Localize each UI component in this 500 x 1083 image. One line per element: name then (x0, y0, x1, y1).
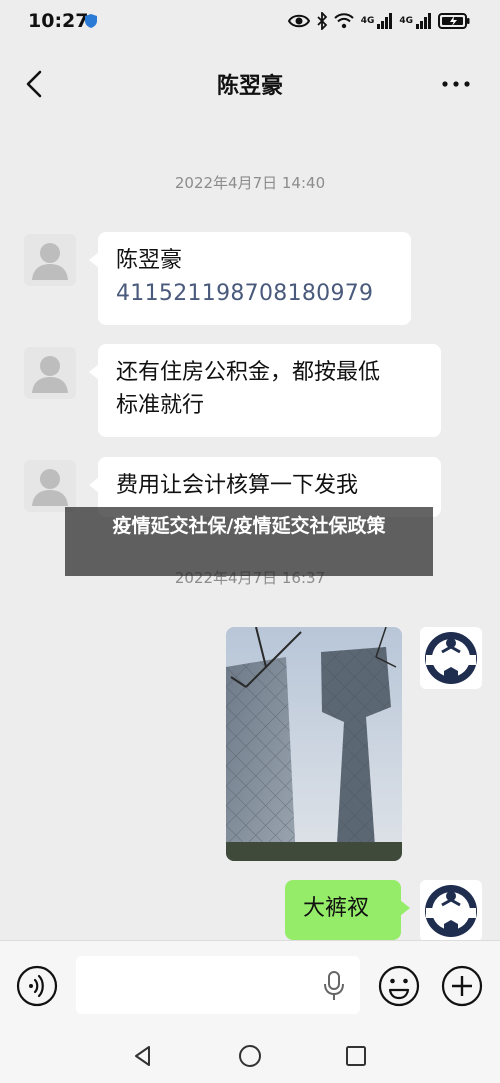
id-number-link[interactable]: 411521198708180979 (116, 277, 393, 310)
logo-icon (425, 885, 477, 937)
logo-icon (425, 632, 477, 684)
microphone-icon[interactable] (323, 971, 345, 1001)
my-avatar[interactable] (420, 627, 482, 689)
input-bar (0, 940, 500, 1030)
message-text: 还有住房公积金，都按最低 (116, 360, 381, 385)
message-timestamp: 2022年4月7日 14:40 (174, 174, 326, 192)
message-bubble[interactable]: 还有住房公积金，都按最低 标准就行 (89, 344, 441, 437)
system-nav-bar (0, 1030, 500, 1083)
battery-icon (438, 13, 470, 29)
message-text: 费用让会计核算一下发我 (116, 473, 359, 498)
message-text: 大裤衩 (303, 896, 370, 921)
emoji-icon[interactable] (378, 965, 420, 1007)
message-text: 标准就行 (116, 393, 205, 418)
network-label-1: 4G (360, 15, 375, 26)
chat-title: 陈翌豪 (216, 74, 283, 99)
bluetooth-icon (317, 12, 327, 30)
message-input[interactable] (76, 956, 360, 1014)
nav-home-icon[interactable] (238, 1044, 262, 1068)
signal-icon (416, 13, 431, 29)
user-icon (32, 469, 68, 506)
status-time: 10:27 (28, 10, 89, 32)
network-label-2: 4G (399, 15, 413, 26)
my-avatar[interactable] (420, 880, 482, 940)
photo-message[interactable] (226, 627, 402, 861)
contact-avatar[interactable] (24, 234, 76, 286)
signal-icon (377, 13, 393, 29)
wifi-icon (333, 13, 354, 29)
contact-avatar[interactable] (24, 460, 76, 512)
plus-icon[interactable] (441, 965, 483, 1007)
nav-recent-apps-icon[interactable] (344, 1044, 368, 1068)
more-icon[interactable] (440, 72, 472, 96)
chat-header: 陈翌豪 (0, 46, 500, 122)
voice-icon[interactable] (16, 965, 58, 1007)
user-icon (32, 243, 68, 280)
message-bubble-sent[interactable]: 大裤衩 (285, 880, 410, 940)
user-icon (32, 356, 68, 393)
contact-avatar[interactable] (24, 347, 76, 399)
status-bar: 10:27 4G 4G (0, 0, 500, 46)
photo-icon (226, 627, 402, 861)
eye-icon (287, 14, 310, 28)
status-icons: 4G 4G (287, 12, 470, 30)
shield-icon (85, 14, 97, 28)
contact-card-name: 陈翌豪 (116, 248, 183, 273)
nav-back-icon[interactable] (131, 1044, 155, 1068)
message-bubble[interactable]: 陈翌豪 411521198708180979 (89, 232, 411, 325)
overlay-caption: 疫情延交社保/疫情延交社保政策 (65, 507, 433, 576)
